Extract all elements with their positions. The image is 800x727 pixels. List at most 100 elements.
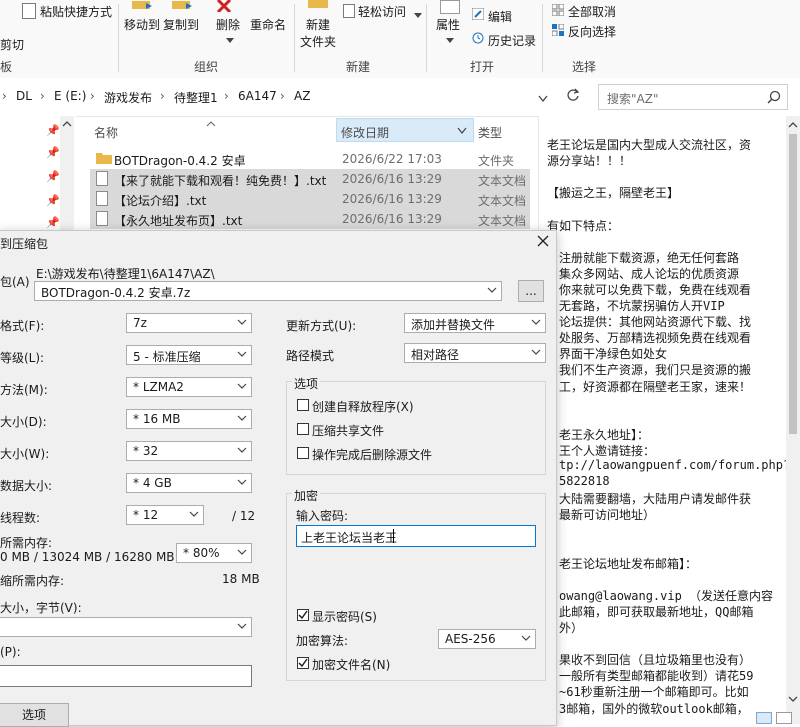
scroll-up-icon[interactable] <box>786 120 800 130</box>
select-none-button[interactable]: 全部取消 <box>568 3 616 20</box>
update-mode-select[interactable]: 添加并替换文件 <box>404 313 546 333</box>
chevron-down-icon[interactable] <box>237 413 247 423</box>
chevron-down-icon[interactable] <box>538 92 548 103</box>
update-mode-value: 添加并替换文件 <box>411 318 496 332</box>
rename-button[interactable]: 重命名 <box>250 16 286 33</box>
compression-method-select[interactable]: * LZMA2 <box>126 377 252 397</box>
browse-button[interactable]: ... <box>518 280 544 302</box>
copy-to-button[interactable]: 复制到 <box>163 16 199 33</box>
breadcrumb-6a147[interactable]: 6A147 <box>238 89 277 103</box>
archive-name-combo[interactable]: BOTDragon-0.4.2 安卓.7z <box>34 281 502 301</box>
file-row[interactable]: BOTDragon-0.4.2 安卓 2026/6/22 17:03 文件夹 <box>90 149 530 169</box>
large-icons-view-icon[interactable] <box>776 712 792 724</box>
breadcrumb-games[interactable]: 游戏发布 <box>104 89 152 106</box>
history-button[interactable]: 历史记录 <box>488 32 536 49</box>
search-icon[interactable] <box>767 90 781 104</box>
search-input[interactable]: 搜索"AZ" <box>598 84 788 110</box>
file-name: 【论坛介绍】.txt <box>114 194 207 208</box>
threads-select[interactable]: * 12 <box>126 505 204 525</box>
chevron-down-icon[interactable] <box>189 509 199 519</box>
text-file-icon <box>96 211 108 226</box>
breadcrumb-drive[interactable]: E (E:) <box>54 89 86 103</box>
preview-line: 此邮箱，即可获取最新地址，QQ邮箱 <box>559 604 754 619</box>
path-mode-label: 路径模式 <box>286 349 335 363</box>
move-to-button[interactable]: 移动到 <box>124 16 160 33</box>
column-header-name[interactable]: 名称 <box>94 124 118 141</box>
scrollbar-thumb[interactable] <box>789 134 797 434</box>
compression-level-select[interactable]: 5 - 标准压缩 <box>126 345 252 365</box>
split-volume-combo[interactable] <box>0 617 252 637</box>
cut-button[interactable]: 剪切 <box>0 36 24 53</box>
password-input[interactable]: 上老王论坛当老王 <box>296 525 536 547</box>
show-password-checkbox[interactable] <box>297 609 309 621</box>
file-row[interactable]: 【论坛介绍】.txt 2026/6/16 13:29 文本文档 <box>90 189 530 209</box>
preview-line: 界面干净绿色如处女 <box>559 347 668 362</box>
scroll-up-icon[interactable] <box>60 118 74 130</box>
navigation-scrollbar[interactable] <box>60 116 74 236</box>
delete-button[interactable]: 删除 <box>216 16 240 33</box>
chevron-down-icon[interactable] <box>237 621 247 631</box>
details-view-icon[interactable] <box>756 712 772 724</box>
edit-button[interactable]: 编辑 <box>488 8 512 25</box>
close-icon[interactable] <box>536 234 550 248</box>
column-header-date-hover[interactable]: 修改日期 <box>336 118 474 142</box>
properties-button[interactable]: 属性 <box>436 16 460 33</box>
refresh-icon[interactable] <box>566 88 580 102</box>
parameters-input[interactable] <box>0 665 252 687</box>
dictionary-size-select[interactable]: * 16 MB <box>126 409 252 429</box>
file-row[interactable]: 【永久地址发布页】.txt 2026/6/16 13:29 文本文档 <box>90 209 530 229</box>
paste-shortcut-button[interactable]: 粘贴快捷方式 <box>40 3 112 20</box>
delete-after-checkbox[interactable] <box>297 447 309 459</box>
sfx-checkbox[interactable] <box>297 399 309 411</box>
text-preview-pane[interactable]: 老王论坛是国内大型成人交流社区，资 源分享站！！！ 【搬运之王，隔壁老王】 有如下特点… <box>538 116 800 724</box>
file-name: 【永久地址发布页】.txt <box>114 214 243 228</box>
solid-block-select[interactable]: * 4 GB <box>126 473 252 493</box>
preview-line: 集众多网站、成人论坛的优质资源 <box>559 266 740 281</box>
pin-icon[interactable]: 📌 <box>46 124 60 137</box>
ribbon-divider <box>542 4 543 72</box>
pin-icon[interactable]: 📌 <box>46 194 60 207</box>
file-type: 文件夹 <box>478 154 515 168</box>
pin-icon[interactable]: 📌 <box>46 170 60 183</box>
chevron-down-icon[interactable] <box>237 349 247 359</box>
chevron-down-icon[interactable] <box>237 547 247 557</box>
chevron-down-icon[interactable] <box>237 477 247 487</box>
breadcrumb-todo[interactable]: 待整理1 <box>174 89 218 106</box>
chevron-down-icon[interactable] <box>531 317 541 327</box>
chevron-down-icon[interactable] <box>457 127 467 135</box>
file-type: 文本文档 <box>478 194 527 208</box>
pin-icon[interactable]: 📌 <box>46 216 60 229</box>
chevron-down-icon[interactable] <box>237 381 247 391</box>
split-volume-label: 大小，字节(V): <box>0 601 82 615</box>
invert-selection-button[interactable]: 反向选择 <box>568 23 616 40</box>
select-group-label: 选择 <box>572 60 597 74</box>
breadcrumb-az[interactable]: AZ <box>294 89 310 103</box>
shared-files-checkbox[interactable] <box>297 423 309 435</box>
file-row[interactable]: 【来了就能下载和观看！纯免费！】.txt 2026/6/16 13:29 文本文… <box>90 169 530 189</box>
solid-block-value: * 4 GB <box>133 476 172 490</box>
column-header-type[interactable]: 类型 <box>478 124 502 141</box>
new-folder-button[interactable]: 新建 <box>306 16 330 33</box>
easy-access-button[interactable]: 轻松访问 <box>358 3 406 20</box>
chevron-down-icon[interactable] <box>237 317 247 327</box>
scroll-down-icon[interactable] <box>786 694 800 704</box>
word-size-select[interactable]: * 32 <box>126 441 252 461</box>
copy-to-icon <box>170 0 194 10</box>
chevron-down-icon[interactable] <box>521 633 531 643</box>
options-button[interactable]: 选项 <box>0 703 69 727</box>
format-select[interactable]: 7z <box>126 313 252 333</box>
preview-line: 老王论坛地址发布邮箱】： <box>559 556 698 571</box>
chevron-down-icon[interactable] <box>237 445 247 455</box>
pin-icon[interactable]: 📌 <box>46 146 60 159</box>
preview-line: tp://laowangpuenf.com/forum.php? <box>559 458 791 472</box>
breadcrumb-dl[interactable]: DL <box>16 89 32 103</box>
preview-scrollbar[interactable] <box>786 116 800 724</box>
password-value: 上老王论坛当老王 <box>301 531 398 545</box>
chevron-down-icon[interactable] <box>487 285 497 295</box>
path-mode-select[interactable]: 相对路径 <box>404 343 546 363</box>
edit-icon <box>471 7 485 21</box>
memory-percent-select[interactable]: * 80% <box>176 543 252 563</box>
encryption-method-select[interactable]: AES-256 <box>438 629 536 649</box>
encrypt-names-checkbox[interactable] <box>297 657 309 669</box>
chevron-down-icon[interactable] <box>531 347 541 357</box>
